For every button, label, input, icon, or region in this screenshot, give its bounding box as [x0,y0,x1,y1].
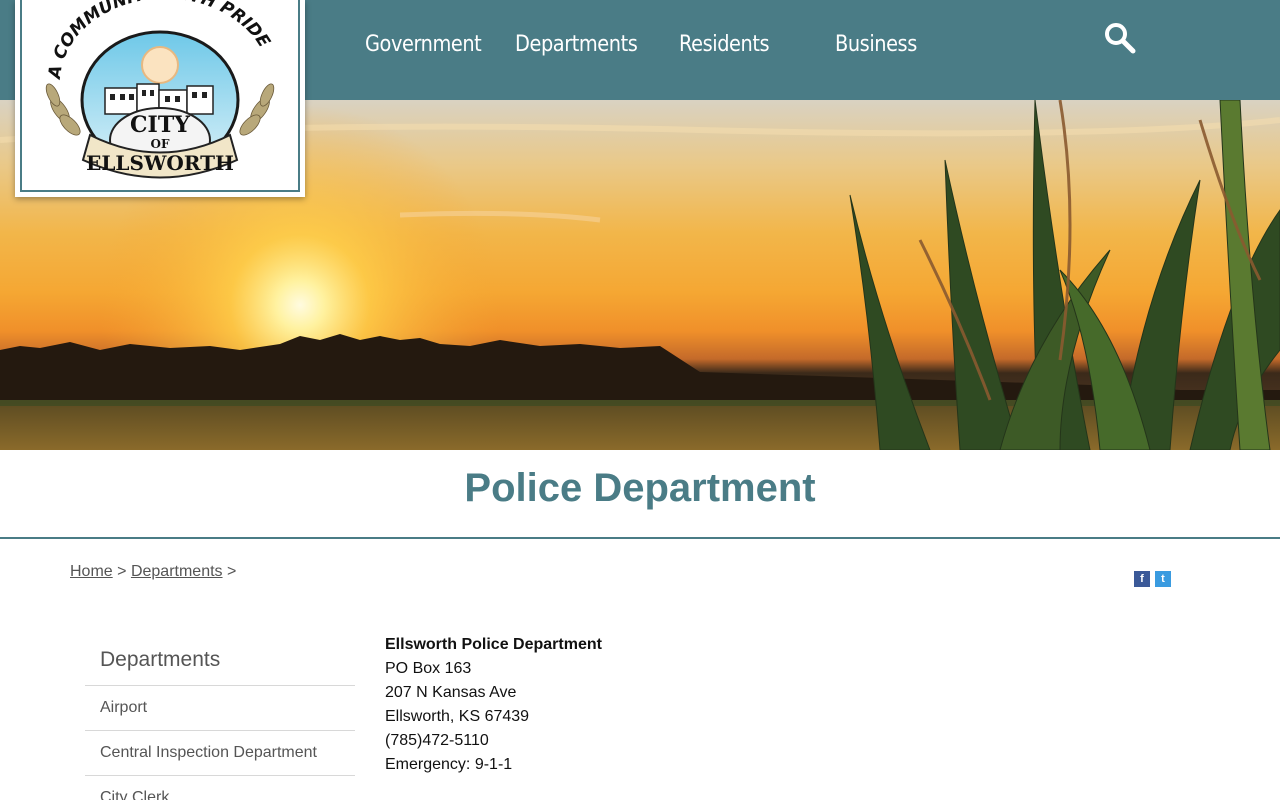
sidebar-item-city-clerk[interactable]: City Clerk [85,776,355,800]
sidebar-title: Departments [85,640,355,686]
title-divider [0,537,1280,539]
twitter-icon[interactable]: t [1155,571,1171,587]
street-address: 207 N Kansas Ave [385,684,517,701]
breadcrumb-separator: > [117,563,127,580]
search-icon[interactable] [1102,20,1138,56]
po-box: PO Box 163 [385,660,472,677]
logo-of-text: OF [151,137,170,151]
nav-item-residents[interactable]: Residents [679,32,770,57]
nav-item-government[interactable]: Government [365,32,482,57]
twitter-glyph: t [1161,573,1165,585]
sidebar: Departments Airport Central Inspection D… [85,640,355,800]
nav-item-business[interactable]: Business [835,32,917,57]
city-logo[interactable]: A COMMUNITY WITH PRIDE CITY OF ELLSWORTH [15,0,305,197]
sidebar-item-central-inspection[interactable]: Central Inspection Department [85,731,355,776]
breadcrumb-departments-link[interactable]: Departments [131,563,223,580]
phone-number: (785)472-5110 [385,732,489,749]
logo-city-text: CITY [130,112,190,138]
city-state-zip: Ellsworth, KS 67439 [385,708,530,725]
breadcrumb-separator: > [226,563,237,580]
facebook-glyph: f [1140,573,1144,585]
nav-item-departments[interactable]: Departments [515,32,638,57]
sidebar-item-airport[interactable]: Airport [85,686,355,731]
main-content: Ellsworth Police Department PO Box 163 2… [385,633,602,777]
breadcrumb: Home > Departments > [70,563,236,581]
breadcrumb-home-link[interactable]: Home [70,563,113,580]
logo-name-text: ELLSWORTH [86,151,234,175]
page-title: Police Department [464,466,816,510]
facebook-icon[interactable]: f [1134,571,1150,587]
department-name: Ellsworth Police Department [385,636,602,653]
emergency-number: Emergency: 9-1-1 [385,756,513,773]
